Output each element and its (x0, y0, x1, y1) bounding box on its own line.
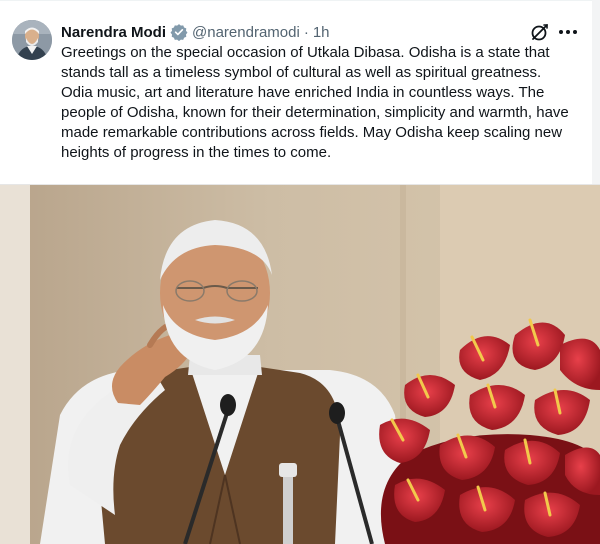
avatar-image (12, 20, 52, 60)
avatar[interactable] (12, 20, 52, 60)
author-handle[interactable]: @narendramodi (192, 24, 300, 41)
tweet-timestamp[interactable]: 1h (313, 24, 330, 41)
speech-photo (0, 185, 600, 544)
separator-dot: · (303, 23, 309, 41)
tweet[interactable]: Narendra Modi @narendramodi · 1h Greetin… (0, 0, 600, 544)
tweet-header: Narendra Modi @narendramodi · 1h (61, 22, 330, 42)
grok-icon[interactable] (530, 22, 550, 42)
divider (0, 0, 600, 1)
tweet-photo[interactable] (0, 184, 600, 544)
tweet-text: Greetings on the special occasion of Utk… (61, 44, 569, 161)
author-name[interactable]: Narendra Modi (61, 24, 166, 41)
more-options-icon[interactable] (557, 22, 579, 42)
verified-badge-icon[interactable] (170, 23, 188, 42)
scroll-edge (592, 0, 600, 184)
